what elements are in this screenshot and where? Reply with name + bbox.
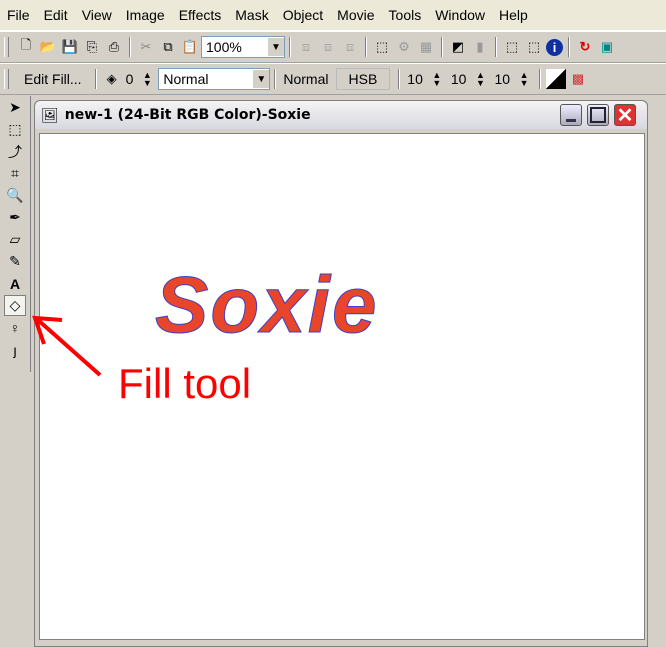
annotation-label: Fill tool [118,360,252,407]
annotation-arrow [32,315,102,377]
